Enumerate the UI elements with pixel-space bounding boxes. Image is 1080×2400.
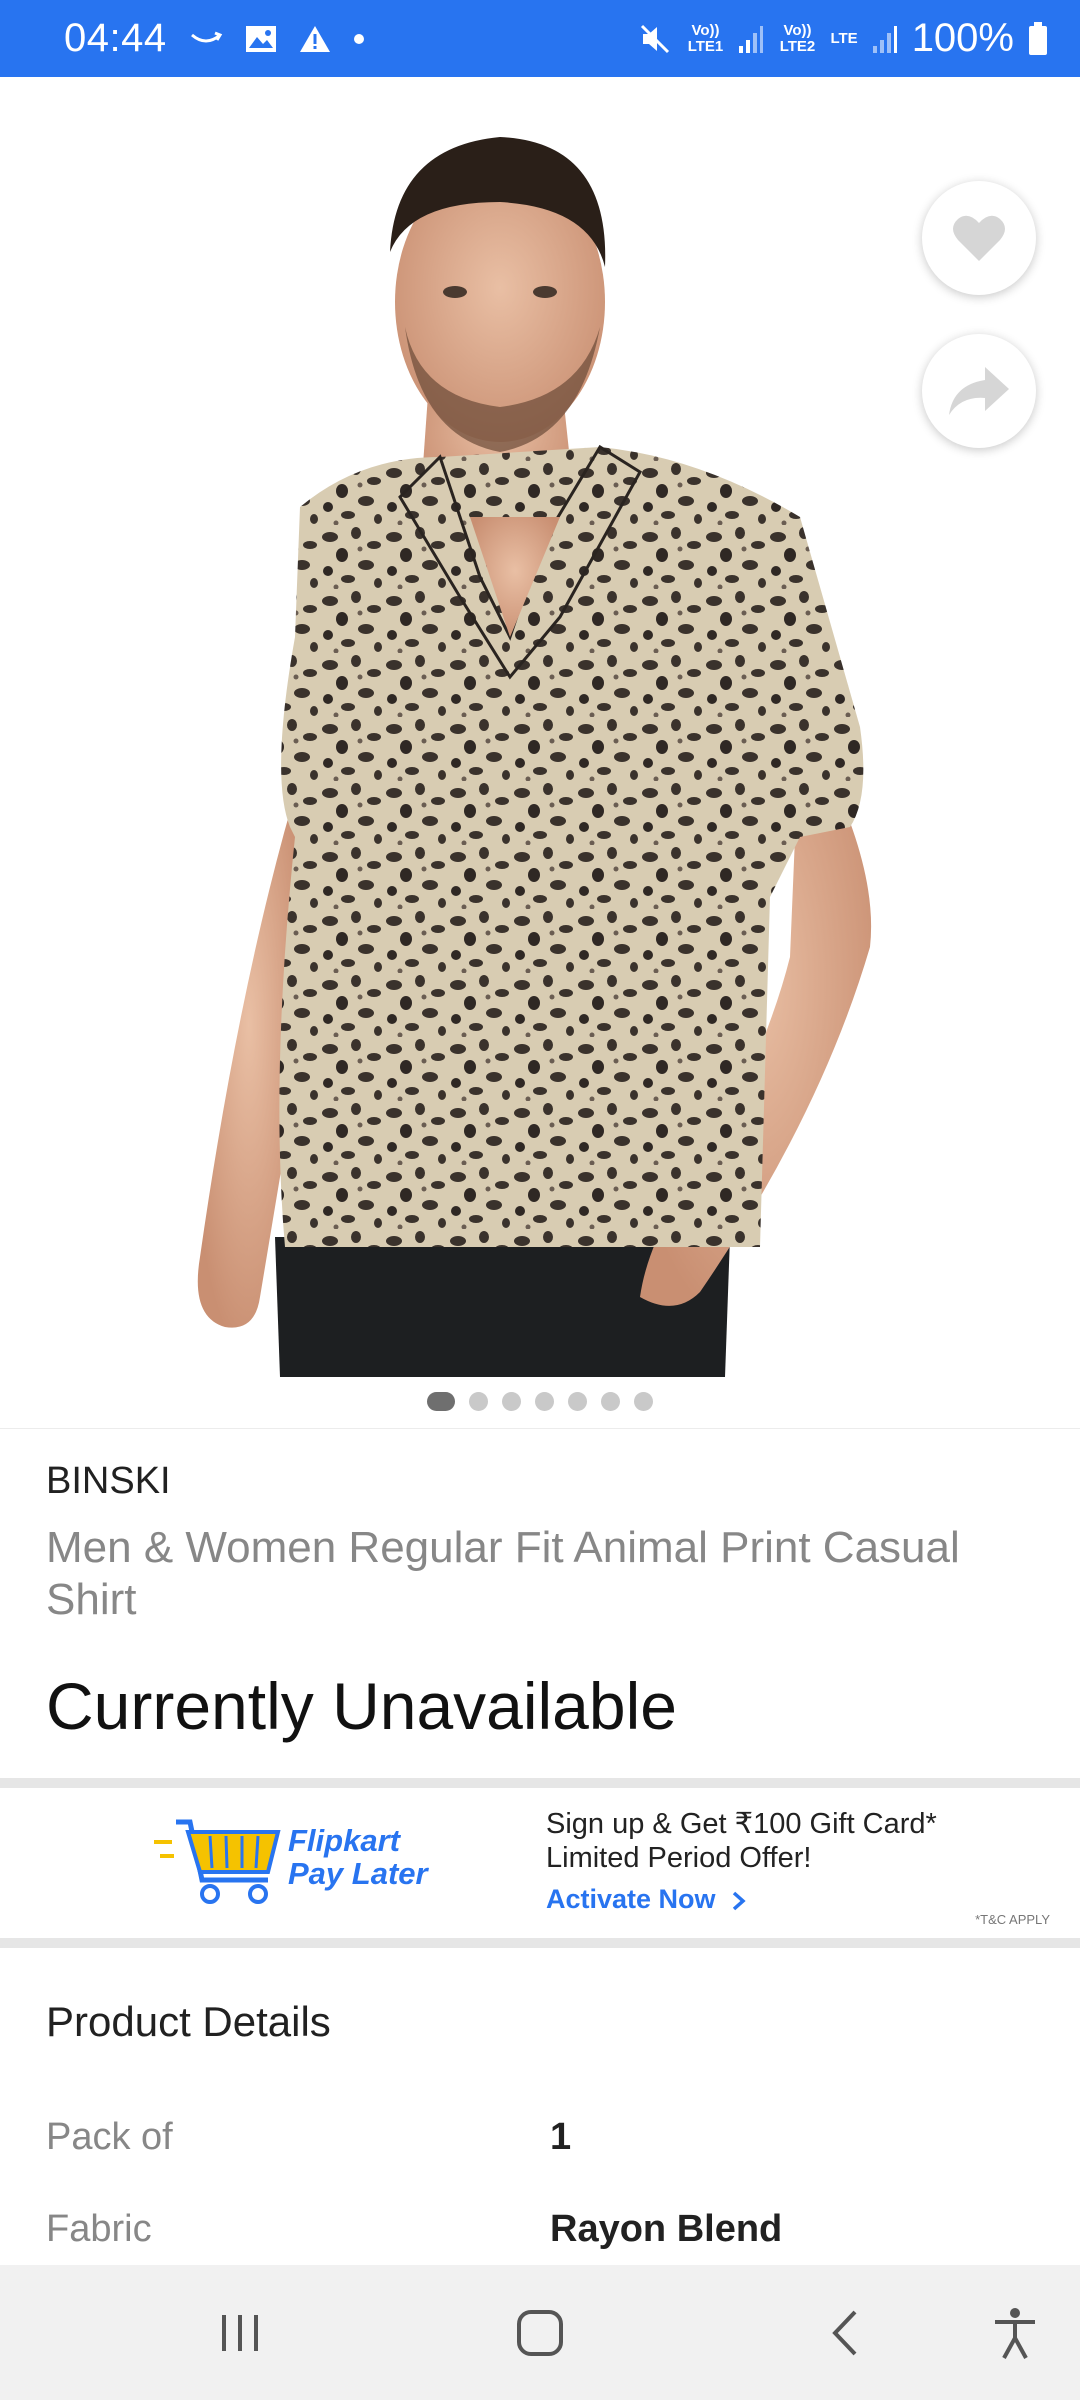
chevron-right-icon xyxy=(732,1891,746,1911)
section-divider xyxy=(0,1938,1080,1948)
carousel-dot-active[interactable] xyxy=(427,1392,455,1411)
share-button[interactable] xyxy=(922,334,1036,448)
pay-later-brand-line2: Pay Later xyxy=(288,1856,428,1891)
accessibility-button[interactable] xyxy=(965,2265,1065,2400)
sim2-label: Vo)) LTE2 xyxy=(779,21,816,55)
home-button[interactable] xyxy=(490,2265,590,2400)
offer-line1: Sign up & Get ₹100 Gift Card* xyxy=(546,1808,937,1840)
terms-note: *T&C APPLY xyxy=(975,1912,1050,1927)
status-bar: 04:44 Vo)) LTE1 Vo)) LTE2 LTE 100% xyxy=(0,0,1080,77)
warning-icon xyxy=(299,25,330,52)
product-photo xyxy=(197,137,872,1377)
pay-later-banner[interactable]: Flipkart Pay Later Sign up & Get ₹100 Gi… xyxy=(0,1788,1080,1938)
battery-icon xyxy=(1029,21,1047,55)
status-left: 04:44 xyxy=(64,16,365,61)
spec-key: Pack of xyxy=(46,2116,173,2158)
status-right: Vo)) LTE1 Vo)) LTE2 LTE 100% xyxy=(638,16,1048,61)
pay-later-brand: Flipkart Pay Later xyxy=(288,1824,428,1890)
back-button[interactable] xyxy=(795,2265,895,2400)
product-brand[interactable]: BINSKI xyxy=(46,1460,171,1503)
availability-status: Currently Unavailable xyxy=(46,1669,677,1743)
activate-now-label: Activate Now xyxy=(546,1884,716,1914)
share-icon xyxy=(949,367,1009,415)
divider xyxy=(0,1428,1080,1429)
sim1-label: Vo)) LTE1 xyxy=(687,21,724,55)
section-divider xyxy=(0,1778,1080,1788)
status-time: 04:44 xyxy=(64,16,167,60)
carousel-dot[interactable] xyxy=(502,1392,521,1411)
recents-icon xyxy=(222,2314,258,2351)
spec-key: Fabric xyxy=(46,2208,152,2250)
product-page: 04:44 Vo)) LTE1 Vo)) LTE2 LTE 100% BINSK… xyxy=(0,0,1080,2400)
image-carousel-indicator xyxy=(0,1392,1080,1411)
carousel-dot[interactable] xyxy=(535,1392,554,1411)
back-icon xyxy=(832,2310,857,2355)
mute-icon xyxy=(641,24,670,53)
wishlist-button[interactable] xyxy=(922,181,1036,295)
activate-now-link[interactable]: Activate Now xyxy=(546,1884,747,1915)
carousel-dot[interactable] xyxy=(634,1392,653,1411)
carousel-dot[interactable] xyxy=(568,1392,587,1411)
dot-icon xyxy=(353,33,364,44)
carousel-dot[interactable] xyxy=(601,1392,620,1411)
lte-label: LTE xyxy=(830,29,858,47)
battery-percent: 100% xyxy=(911,16,1014,60)
product-details-heading: Product Details xyxy=(46,1998,331,2045)
recents-button[interactable] xyxy=(190,2265,290,2400)
signal-icon xyxy=(739,25,764,53)
heart-icon xyxy=(953,215,1005,261)
spec-value: 1 xyxy=(550,2116,572,2158)
spec-value: Rayon Blend xyxy=(550,2208,783,2250)
carousel-dot[interactable] xyxy=(469,1392,488,1411)
product-title: Men & Women Regular Fit Animal Print Cas… xyxy=(46,1523,960,1624)
system-nav-bar xyxy=(0,2265,1080,2400)
image-icon xyxy=(245,25,276,52)
signal-icon xyxy=(872,25,897,53)
home-icon xyxy=(517,2309,563,2356)
accessibility-icon xyxy=(995,2307,1035,2359)
pay-later-brand-line1: Flipkart xyxy=(288,1823,400,1858)
product-image[interactable] xyxy=(0,77,1080,1377)
offer-line2: Limited Period Offer! xyxy=(546,1842,812,1874)
amazon-smile-icon xyxy=(190,31,222,42)
